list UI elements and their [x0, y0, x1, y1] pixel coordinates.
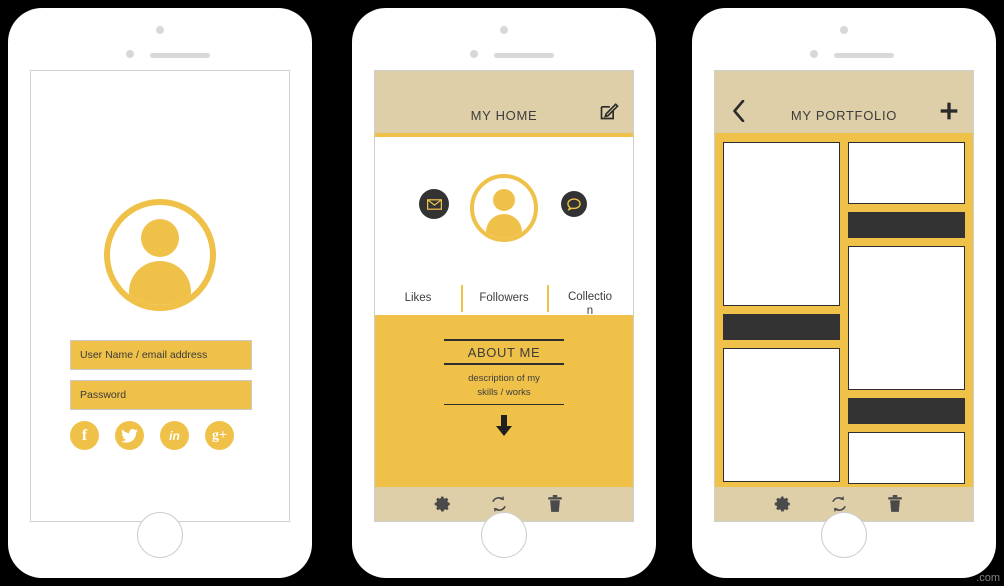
user-avatar-icon: [104, 199, 216, 311]
about-me-description: description of my skills / works: [468, 373, 540, 398]
home-appbar: MY HOME: [375, 71, 633, 133]
tab-followers[interactable]: Followers: [461, 282, 547, 315]
phone-mockup-home: MY HOME Likes Followers Collection ABOUT…: [352, 8, 656, 578]
phone-mockup-login: User Name / email address Password f in …: [8, 8, 312, 578]
home-button[interactable]: [137, 512, 183, 558]
earpiece-speaker: [494, 53, 554, 58]
username-field-value: User Name / email address: [80, 349, 208, 361]
tab-likes[interactable]: Likes: [375, 282, 461, 315]
portfolio-card-image[interactable]: [723, 142, 840, 306]
portfolio-grid: [715, 133, 973, 487]
gear-icon[interactable]: [431, 492, 455, 516]
twitter-icon[interactable]: [115, 421, 144, 450]
portfolio-card-dark[interactable]: [848, 212, 965, 238]
home-tabs: Likes Followers Collection: [375, 282, 633, 317]
envelope-icon[interactable]: [419, 189, 449, 219]
home-hero: [375, 137, 633, 282]
sensor-dot-icon: [810, 50, 818, 58]
avatar-body: [486, 214, 522, 238]
gear-icon[interactable]: [771, 492, 795, 516]
plus-icon[interactable]: [937, 99, 961, 123]
user-avatar-icon[interactable]: [470, 174, 538, 242]
linkedin-glyph: in: [169, 428, 180, 443]
edit-pencil-icon[interactable]: [597, 99, 621, 123]
password-field-value: Password: [80, 389, 127, 401]
hamburger-menu-icon[interactable]: [387, 99, 411, 123]
googleplus-icon[interactable]: g+: [205, 421, 234, 450]
page-title: MY PORTFOLIO: [790, 108, 898, 123]
phone-mockup-portfolio: MY PORTFOLIO: [692, 8, 996, 578]
facebook-icon[interactable]: f: [70, 421, 99, 450]
arrow-down-icon[interactable]: [496, 415, 512, 437]
portfolio-card-image[interactable]: [848, 246, 965, 390]
portfolio-card-dark[interactable]: [723, 314, 840, 340]
avatar-head: [141, 219, 179, 257]
portfolio-column-left: [723, 142, 840, 487]
sensor-dot-icon: [126, 50, 134, 58]
camera-dot-icon: [840, 26, 848, 34]
login-screen: User Name / email address Password f in …: [30, 70, 290, 522]
page-title: MY HOME: [470, 108, 538, 123]
tab-likes-label: Likes: [404, 292, 432, 305]
portfolio-appbar: MY PORTFOLIO: [715, 71, 973, 133]
twitter-bird: [121, 428, 138, 443]
portfolio-card-image[interactable]: [723, 348, 840, 482]
username-field[interactable]: User Name / email address: [70, 340, 252, 370]
mockup-canvas: User Name / email address Password f in …: [0, 0, 1004, 586]
speech-bubble-icon[interactable]: [561, 191, 587, 217]
googleplus-glyph: g+: [212, 427, 227, 443]
facebook-glyph: f: [81, 426, 88, 444]
portfolio-card-image[interactable]: [848, 142, 965, 204]
about-me-title: ABOUT ME: [467, 345, 541, 360]
linkedin-icon[interactable]: in: [160, 421, 189, 450]
trash-icon[interactable]: [883, 492, 907, 516]
watermark: .com: [976, 572, 1000, 584]
social-login-row: f in g+: [70, 421, 234, 450]
camera-dot-icon: [156, 26, 164, 34]
about-rule-bottom: [444, 403, 564, 406]
chevron-left-icon[interactable]: [727, 99, 751, 123]
home-button[interactable]: [821, 512, 867, 558]
avatar-body: [129, 261, 191, 305]
home-screen: MY HOME Likes Followers Collection ABOUT…: [374, 70, 634, 522]
earpiece-speaker: [834, 53, 894, 58]
tab-followers-label: Followers: [479, 292, 529, 305]
sensor-dot-icon: [470, 50, 478, 58]
camera-dot-icon: [500, 26, 508, 34]
trash-icon[interactable]: [543, 492, 567, 516]
earpiece-speaker: [150, 53, 210, 58]
about-me-section: ABOUT ME description of my skills / work…: [375, 315, 633, 487]
portfolio-column-right: [848, 142, 965, 487]
portfolio-screen: MY PORTFOLIO: [714, 70, 974, 522]
tab-collection[interactable]: Collection: [547, 282, 633, 317]
portfolio-card-dark[interactable]: [848, 398, 965, 424]
portfolio-card-image[interactable]: [848, 432, 965, 484]
home-button[interactable]: [481, 512, 527, 558]
avatar-head: [493, 189, 515, 211]
password-field[interactable]: Password: [70, 380, 252, 410]
